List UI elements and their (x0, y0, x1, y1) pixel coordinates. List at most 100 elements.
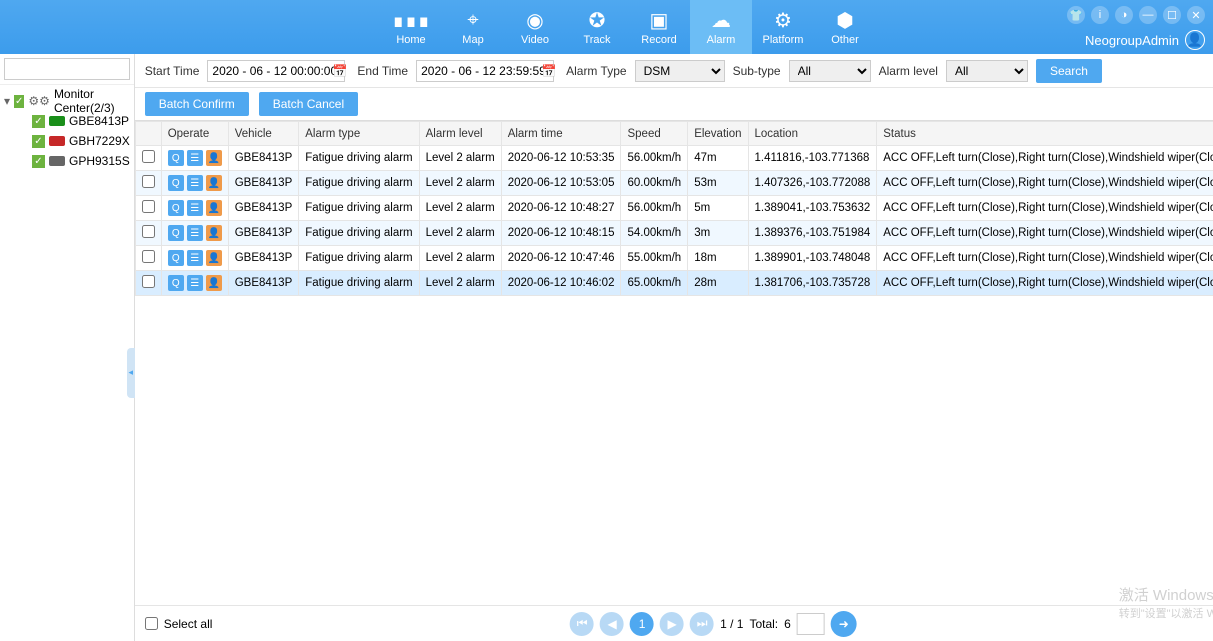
row-checkbox[interactable] (142, 250, 155, 263)
page-last-button[interactable]: ⏭ (690, 612, 714, 636)
cell-elevation: 5m (688, 196, 748, 221)
column-header[interactable]: Operate (161, 122, 228, 146)
batch-confirm-button[interactable]: Batch Confirm (145, 92, 249, 116)
alert-icon[interactable]: 👤 (206, 250, 222, 266)
cell-speed: 55.00km/h (621, 246, 688, 271)
alert-icon[interactable]: 👤 (206, 225, 222, 241)
checkbox-icon[interactable]: ✓ (14, 95, 24, 108)
sidebar: ▾ ✓ ⚙⚙ Monitor Center(2/3) ✓GBE8413P✓GBH… (0, 54, 135, 641)
batch-cancel-button[interactable]: Batch Cancel (259, 92, 358, 116)
cell-status: ACC OFF,Left turn(Close),Right turn(Clos… (877, 221, 1213, 246)
column-header[interactable]: Alarm type (299, 122, 419, 146)
checkbox-icon[interactable]: ✓ (32, 135, 45, 148)
detail-icon[interactable]: Q (168, 175, 184, 191)
nav-home[interactable]: ∎∎∎Home (380, 0, 442, 54)
alert-icon[interactable]: 👤 (206, 275, 222, 291)
title-bar: ∎∎∎Home ⌖Map ◉Video ✪Track ▣Record ☁Alar… (0, 0, 1213, 54)
table-row[interactable]: Q☰👤GBE8413PFatigue driving alarmLevel 2 … (135, 146, 1213, 171)
page-prev-button[interactable]: ◀ (600, 612, 624, 636)
list-icon[interactable]: ☰ (187, 200, 203, 216)
row-checkbox[interactable] (142, 150, 155, 163)
cell-alarm-type: Fatigue driving alarm (299, 271, 419, 296)
column-header[interactable]: Alarm level (419, 122, 501, 146)
table-row[interactable]: Q☰👤GBE8413PFatigue driving alarmLevel 2 … (135, 271, 1213, 296)
row-checkbox[interactable] (142, 200, 155, 213)
end-time-input[interactable] (416, 60, 554, 82)
nav-other[interactable]: ⬢Other (814, 0, 876, 54)
cell-elevation: 53m (688, 171, 748, 196)
detail-icon[interactable]: Q (168, 225, 184, 241)
list-icon[interactable]: ☰ (187, 175, 203, 191)
tree-root-label: Monitor Center(2/3) (54, 87, 130, 115)
sidebar-splitter[interactable]: ◂ (127, 348, 135, 398)
column-header[interactable]: Elevation (688, 122, 748, 146)
page-go-button[interactable]: ➜ (831, 611, 857, 637)
checkbox-icon[interactable]: ✓ (32, 115, 45, 128)
list-icon[interactable]: ☰ (187, 275, 203, 291)
cell-vehicle: GBE8413P (228, 246, 299, 271)
nav-record[interactable]: ▣Record (628, 0, 690, 54)
start-time-input[interactable] (207, 60, 345, 82)
table-row[interactable]: Q☰👤GBE8413PFatigue driving alarmLevel 2 … (135, 196, 1213, 221)
list-icon[interactable]: ☰ (187, 225, 203, 241)
shirt-icon[interactable]: 👕 (1067, 6, 1085, 24)
nav-video[interactable]: ◉Video (504, 0, 566, 54)
nav-alarm[interactable]: ☁Alarm (690, 0, 752, 54)
cell-location: 1.381706,-103.735728 (748, 271, 877, 296)
cell-location: 1.389041,-103.753632 (748, 196, 877, 221)
content-area: ◂ Start Time 📅 End Time 📅 Alarm Type DSM… (135, 54, 1213, 641)
alert-icon[interactable]: 👤 (206, 175, 222, 191)
track-icon: ✪ (589, 8, 606, 32)
cell-status: ACC OFF,Left turn(Close),Right turn(Clos… (877, 196, 1213, 221)
vehicle-name: GBH7229X (69, 134, 130, 148)
nav-map[interactable]: ⌖Map (442, 0, 504, 54)
close-icon[interactable]: ✕ (1187, 6, 1205, 24)
nav-track[interactable]: ✪Track (566, 0, 628, 54)
checkbox-icon[interactable]: ✓ (32, 155, 45, 168)
tree-item[interactable]: ✓ GBH7229X (4, 131, 130, 151)
detail-icon[interactable]: Q (168, 250, 184, 266)
alarm-type-select[interactable]: DSM (635, 60, 725, 82)
detail-icon[interactable]: Q (168, 150, 184, 166)
plate-icon (49, 156, 65, 166)
table-row[interactable]: Q☰👤GBE8413PFatigue driving alarmLevel 2 … (135, 221, 1213, 246)
user-avatar-icon[interactable]: 👤 (1185, 30, 1205, 50)
alarm-level-select[interactable]: All (946, 60, 1028, 82)
row-checkbox[interactable] (142, 175, 155, 188)
column-header[interactable]: Speed (621, 122, 688, 146)
sub-type-select[interactable]: All (789, 60, 871, 82)
page-first-button[interactable]: ⏮ (570, 612, 594, 636)
detail-icon[interactable]: Q (168, 275, 184, 291)
table-row[interactable]: Q☰👤GBE8413PFatigue driving alarmLevel 2 … (135, 246, 1213, 271)
info-icon[interactable]: i (1091, 6, 1109, 24)
column-header[interactable]: Vehicle (228, 122, 299, 146)
page-number-button[interactable]: 1 (630, 612, 654, 636)
column-header[interactable]: Alarm time (501, 122, 621, 146)
column-header[interactable]: Status (877, 122, 1213, 146)
cell-status: ACC OFF,Left turn(Close),Right turn(Clos… (877, 146, 1213, 171)
select-all-checkbox[interactable] (145, 617, 158, 630)
detail-icon[interactable]: Q (168, 200, 184, 216)
alarm-level-label: Alarm level (879, 64, 938, 78)
search-button[interactable]: Search (1036, 59, 1102, 83)
column-header[interactable]: Location (748, 122, 877, 146)
page-next-button[interactable]: ▶ (660, 612, 684, 636)
tree-item[interactable]: ✓GPH9315S (4, 151, 130, 171)
list-icon[interactable]: ☰ (187, 250, 203, 266)
end-time-label: End Time (357, 64, 408, 78)
row-checkbox[interactable] (142, 225, 155, 238)
cell-location: 1.407326,-103.772088 (748, 171, 877, 196)
list-icon[interactable]: ☰ (187, 150, 203, 166)
sidebar-search-input[interactable] (4, 58, 130, 80)
nav-platform[interactable]: ⚙Platform (752, 0, 814, 54)
page-goto-input[interactable] (797, 613, 825, 635)
lock-icon[interactable]: ◑ (1115, 6, 1133, 24)
tree-root[interactable]: ▾ ✓ ⚙⚙ Monitor Center(2/3) (4, 91, 130, 111)
alert-icon[interactable]: 👤 (206, 200, 222, 216)
minimize-icon[interactable]: — (1139, 6, 1157, 24)
alert-icon[interactable]: 👤 (206, 150, 222, 166)
row-checkbox[interactable] (142, 275, 155, 288)
table-row[interactable]: Q☰👤GBE8413PFatigue driving alarmLevel 2 … (135, 171, 1213, 196)
maximize-icon[interactable]: ☐ (1163, 6, 1181, 24)
alarm-type-label: Alarm Type (566, 64, 626, 78)
